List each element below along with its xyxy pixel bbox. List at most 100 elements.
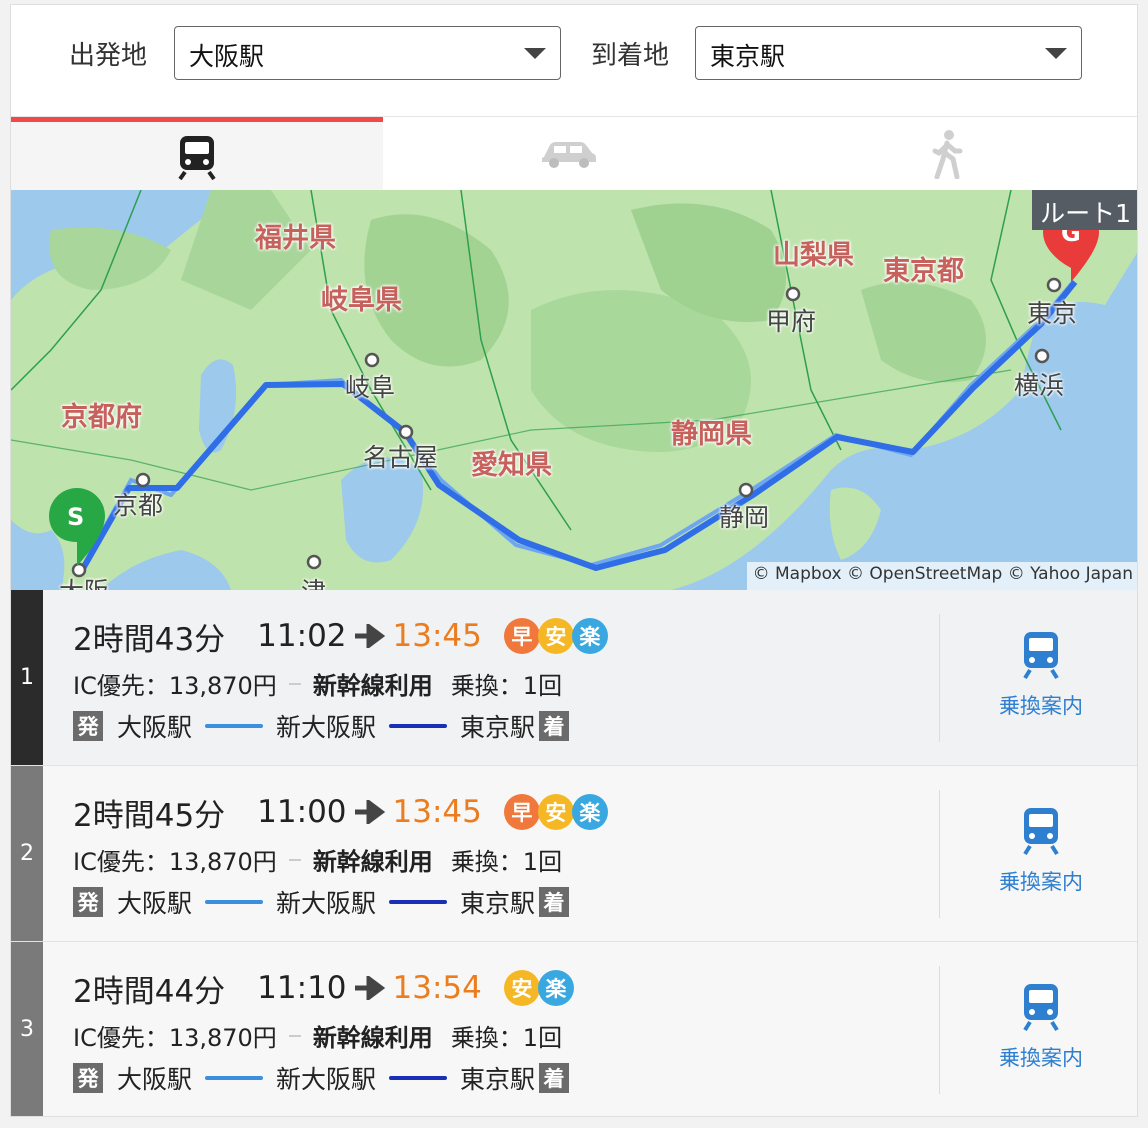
route-rank: 3 [11,942,43,1116]
destination-select[interactable]: 東京駅 [695,26,1082,80]
route-fare: IC優先：13,870円 [73,1024,277,1052]
shinkansen-line-segment [389,1076,448,1080]
badge-cheap: 安 [503,970,540,1006]
badge-cheap: 安 [537,794,574,830]
transfer-guide-button[interactable]: 乗換案内 [971,630,1111,720]
map-attribution[interactable]: © Mapbox © OpenStreetMap © Yahoo Japan [746,562,1137,590]
route-rank: 2 [11,766,43,941]
origin-label: 出発地 [69,41,148,71]
local-line-segment [205,1076,264,1080]
station-via: 新大阪駅 [276,889,377,918]
map-label-prefecture: 東京都 [883,256,964,287]
route-stations: 発 大阪駅 新大阪駅 東京駅 着 [73,1060,570,1096]
local-line-segment [205,900,264,904]
map-label-prefecture: 京都府 [61,402,142,433]
route-transfers: 乗換：1回 [450,848,563,876]
transfer-guide-label: 乗換案内 [999,870,1083,894]
transfer-guide-button[interactable]: 乗換案内 [971,806,1111,896]
route-result-row[interactable]: 2 2時間45分 11:00 13:45 早 安 楽 IC優先：13,870円 … [11,766,1137,942]
divider [288,1034,301,1037]
origin-select[interactable]: 大阪駅 [174,26,561,80]
route-fare: IC優先：13,870円 [73,848,277,876]
walk-icon [932,130,963,179]
map-label-city: 静岡 [719,503,770,532]
route-note: 新幹線利用 [312,672,433,700]
station-to: 東京駅 [460,713,536,742]
map-label-city: 横浜 [1014,371,1065,400]
chevron-down-icon [524,48,546,59]
route-badges: 早 安 楽 [503,618,608,654]
badge-easy: 楽 [571,794,608,830]
route-stations: 発 大阪駅 新大阪駅 東京駅 着 [73,884,570,920]
route-transfers: 乗換：1回 [450,1024,563,1052]
destination-label: 到着地 [591,41,670,71]
map-label-prefecture: 山梨県 [773,240,854,271]
map-label-city: 東京 [1027,299,1078,328]
route-result-row[interactable]: 3 2時間44分 11:10 13:54 安 楽 IC優先：13,870円 新幹… [11,942,1137,1116]
route-summary: 2時間44分 11:10 13:54 安 楽 [73,966,574,1010]
map-label-city: 名古屋 [363,443,439,472]
map-label-city: 津 [301,572,326,590]
divider [939,966,940,1094]
train-icon [1023,808,1059,856]
start-marker[interactable]: S [67,503,84,531]
map-label-city: 大阪 [59,572,109,590]
station-from: 大阪駅 [117,713,193,742]
departure-time: 11:02 [257,618,347,654]
search-header: 出発地 大阪駅 到着地 東京駅 [11,5,1137,117]
route-rank: 1 [11,590,43,765]
tab-train[interactable] [11,117,383,191]
transfer-guide-label: 乗換案内 [999,694,1083,718]
travel-mode-tabs [11,116,1137,191]
badge-fast: 早 [503,618,540,654]
route-stations: 発 大阪駅 新大阪駅 東京駅 着 [73,708,570,744]
station-via: 新大阪駅 [276,713,377,742]
tab-walk[interactable] [755,117,1137,191]
map-label-city: 甲府 [766,307,817,336]
route-result-row[interactable]: 1 2時間43分 11:02 13:45 早 安 楽 IC優先：13,870円 … [11,590,1137,766]
local-line-segment [205,724,264,728]
car-icon [542,142,596,168]
route-fare-line: IC優先：13,870円 新幹線利用 乗換：1回 [73,666,562,701]
route-duration: 2時間43分 [73,621,226,658]
route-duration: 2時間45分 [73,797,226,834]
arrow-right-icon [354,624,385,648]
route-summary: 2時間45分 11:00 13:45 早 安 楽 [73,790,608,834]
station-from: 大阪駅 [117,889,193,918]
route-search-panel: 出発地 大阪駅 到着地 東京駅 福井県 岐阜県 京都府 愛知県 静岡県 山梨県 … [10,4,1138,1117]
origin-value: 大阪駅 [189,42,265,71]
map-label-prefecture: 愛知県 [471,450,552,481]
route-badge: ルート1 [1032,190,1137,230]
badge-fast: 早 [503,794,540,830]
departure-time: 11:00 [257,794,347,830]
route-fare-line: IC優先：13,870円 新幹線利用 乗換：1回 [73,1018,562,1053]
route-fare: IC優先：13,870円 [73,672,277,700]
arrival-time: 13:45 [392,618,482,654]
divider [939,790,940,918]
transfer-guide-button[interactable]: 乗換案内 [971,982,1111,1072]
transfer-guide-label: 乗換案内 [999,1046,1083,1070]
station-from: 大阪駅 [117,1065,193,1094]
route-map[interactable]: 福井県 岐阜県 京都府 愛知県 静岡県 山梨県 東京都 岐阜 名古屋 京都 甲府… [11,190,1137,590]
train-icon [1023,984,1059,1032]
arrow-right-icon [354,976,385,1000]
shinkansen-line-segment [389,724,448,728]
departure-time: 11:10 [257,970,347,1006]
map-label-city: 京都 [113,491,164,520]
arrival-tag: 着 [539,1063,570,1093]
route-summary: 2時間43分 11:02 13:45 早 安 楽 [73,614,608,658]
route-badges: 安 楽 [503,970,574,1006]
arrival-tag: 着 [539,711,570,741]
badge-easy: 楽 [571,618,608,654]
departure-tag: 発 [73,1063,103,1093]
route-note: 新幹線利用 [312,848,433,876]
map-label-city: 岐阜 [345,373,396,402]
station-to: 東京駅 [460,1065,536,1094]
arrival-time: 13:45 [392,794,482,830]
map-label-prefecture: 福井県 [255,223,336,254]
station-via: 新大阪駅 [276,1065,377,1094]
tab-car[interactable] [383,117,755,191]
map-label-prefecture: 岐阜県 [321,285,402,316]
route-results-list: 1 2時間43分 11:02 13:45 早 安 楽 IC優先：13,870円 … [11,590,1137,1116]
divider [288,682,301,685]
